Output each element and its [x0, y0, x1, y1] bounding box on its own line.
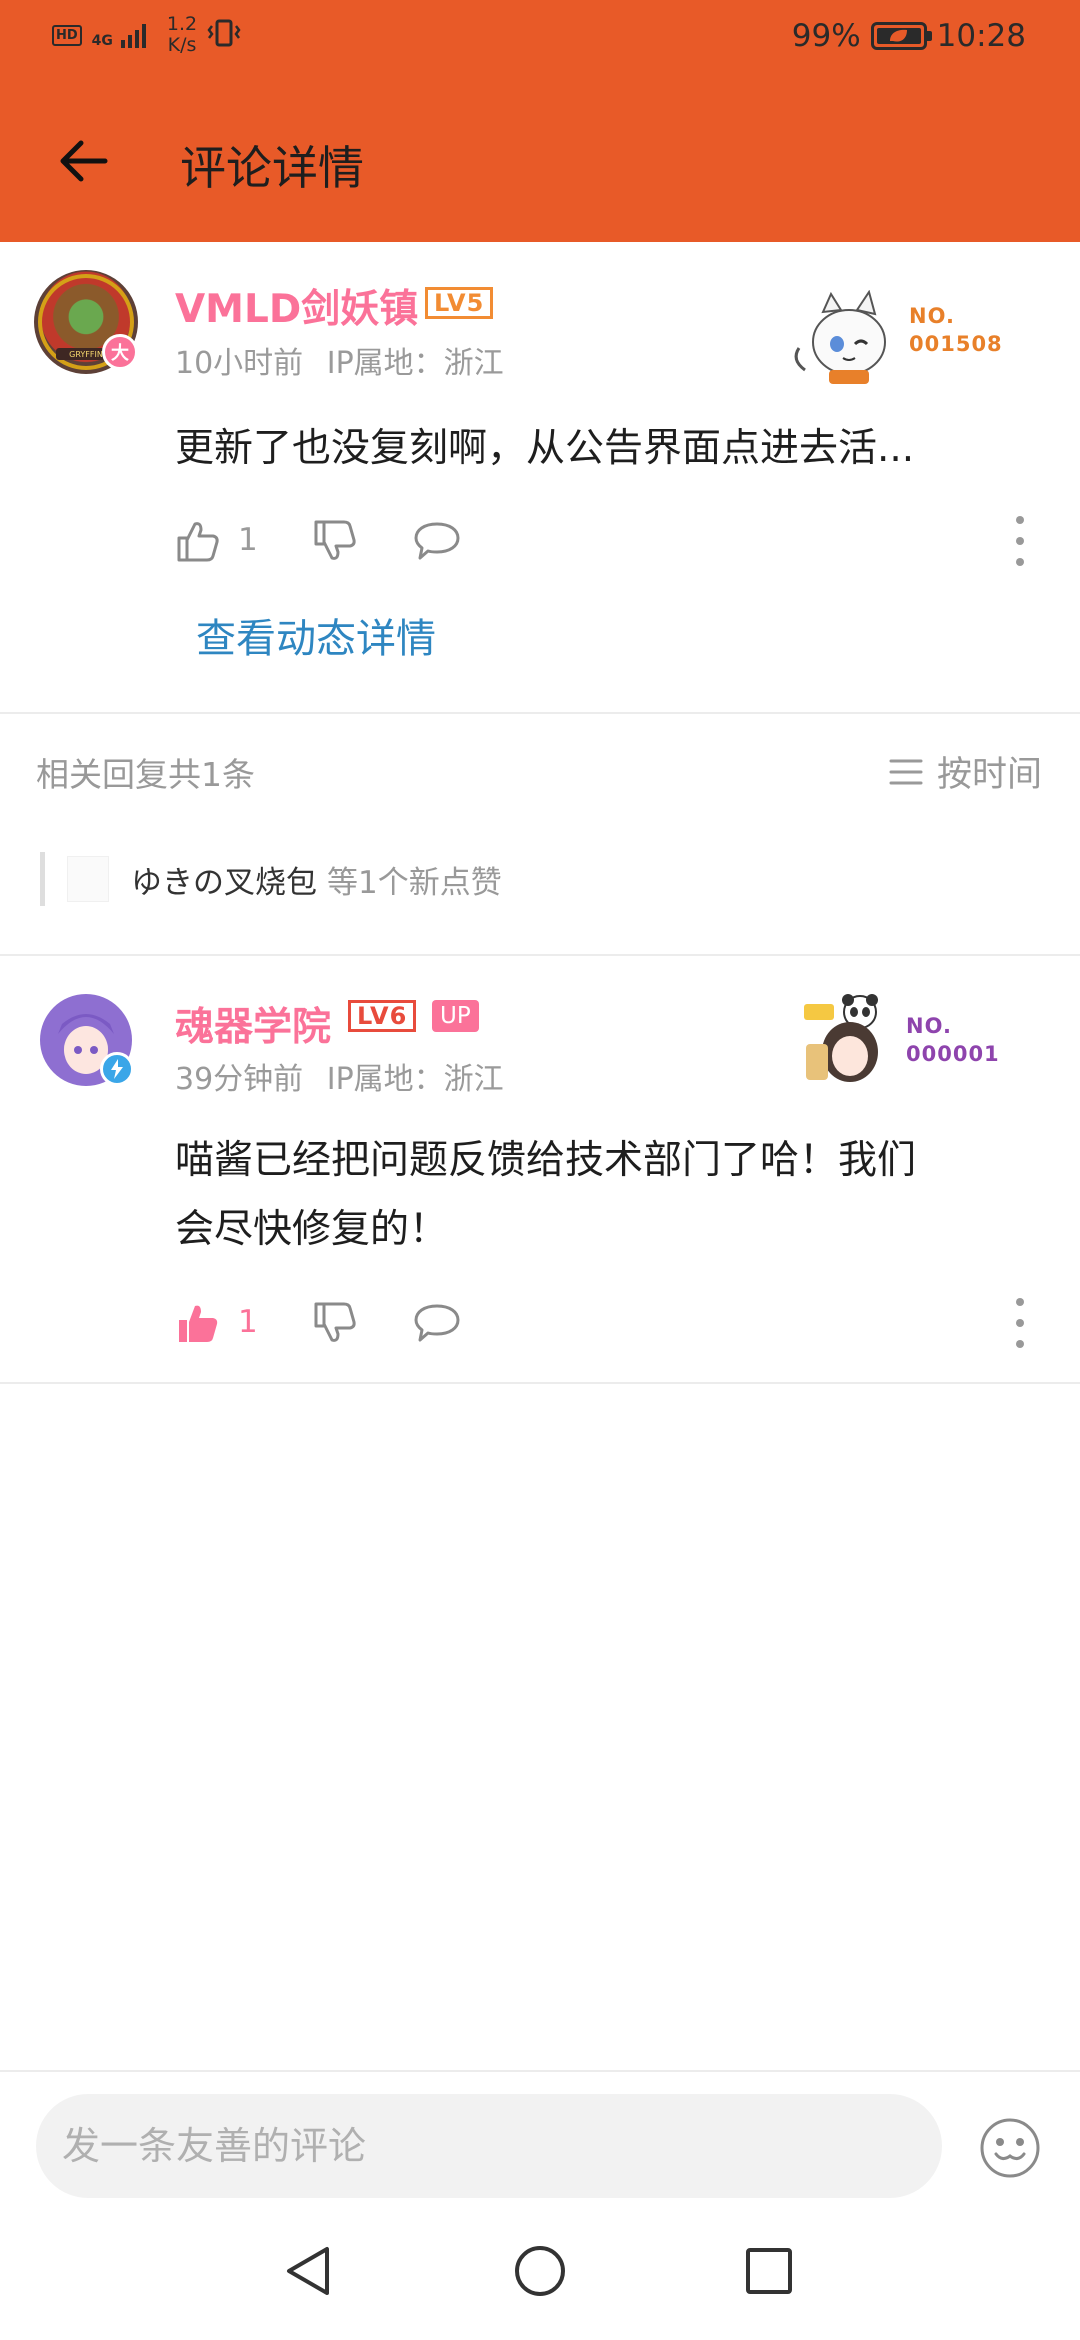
app-header: HD 4G 1.2 K/s 99% 10:28 评论详情	[0, 0, 1080, 242]
thumbs-down-icon	[314, 1302, 356, 1342]
avatar[interactable]: GRYFFIN 大	[34, 270, 138, 374]
comment-text[interactable]: 更新了也没复刻啊，从公告界面点进去活...	[175, 414, 914, 483]
vibrate-icon	[207, 18, 241, 53]
sort-button[interactable]: 按时间	[889, 746, 1042, 797]
dislike-button[interactable]	[312, 518, 358, 564]
page-title: 评论详情	[180, 141, 364, 195]
likers-indicator	[40, 852, 45, 906]
like-button[interactable]	[175, 1300, 221, 1346]
thumbs-down-icon	[314, 520, 356, 560]
back-button[interactable]	[48, 126, 118, 196]
hd-icon: HD	[52, 24, 82, 46]
fan-number-value: 000001	[906, 1042, 1000, 1066]
ip-location: IP属地：浙江	[326, 346, 504, 381]
fan-number-label: NO.	[906, 1014, 952, 1038]
smiley-icon	[980, 2118, 1040, 2178]
reply-text-line: 会尽快修复的！	[175, 1207, 449, 1252]
battery-percent: 99%	[791, 18, 861, 54]
battery-icon	[870, 22, 932, 50]
ip-location: IP属地：浙江	[326, 1062, 504, 1097]
network-type: 4G	[91, 33, 113, 49]
thumbs-up-icon	[177, 522, 219, 562]
more-options-icon[interactable]	[1010, 516, 1030, 566]
svg-text:GRYFFIN: GRYFFIN	[69, 350, 103, 359]
comment-time: 10小时前	[175, 346, 304, 381]
divider	[0, 954, 1080, 956]
divider	[0, 1382, 1080, 1384]
network-speed: 1.2 K/s	[167, 14, 197, 56]
square-recents-icon	[746, 2248, 792, 2294]
comment-input-bar	[0, 2070, 1080, 2200]
menu-lines-icon	[889, 759, 923, 784]
reply-text[interactable]: 喵酱已经把问题反馈给技术部门了哈！我们 会尽快修复的！	[175, 1126, 916, 1264]
clock: 10:28	[936, 18, 1026, 54]
comment-bubble-icon	[414, 1304, 460, 1342]
fan-number-value: 001508	[909, 332, 1003, 356]
more-options-icon[interactable]	[1010, 1298, 1030, 1348]
reply-time: 39分钟前	[175, 1062, 304, 1097]
comment-input[interactable]	[36, 2094, 942, 2198]
divider	[0, 712, 1080, 714]
fan-card[interactable]: NO. 001508	[785, 290, 1015, 390]
comment-bubble-icon	[414, 522, 460, 560]
triangle-back-icon	[287, 2247, 329, 2295]
like-count: 1	[238, 522, 258, 558]
likers-row[interactable]: ゆきの叉烧包 等1个新点赞	[40, 852, 502, 906]
reply-button[interactable]	[412, 518, 462, 564]
reply-text-line: 喵酱已经把问题反馈给技术部门了哈！我们	[175, 1138, 917, 1183]
speed-value: 1.2	[166, 13, 198, 35]
liker-avatar	[67, 856, 109, 902]
speed-unit: K/s	[167, 34, 197, 56]
verified-badge	[100, 1052, 134, 1086]
nav-back-button[interactable]	[274, 2236, 344, 2306]
dislike-button[interactable]	[312, 1300, 358, 1346]
fan-number: NO. 001508	[909, 302, 1003, 358]
status-bar: HD 4G 1.2 K/s 99% 10:28	[0, 0, 1080, 75]
level-badge: LV6	[348, 1000, 417, 1032]
cat-mascot-icon	[794, 290, 886, 384]
emoji-button[interactable]	[978, 2116, 1042, 2180]
thumbs-up-filled-icon	[179, 1305, 218, 1342]
avatar[interactable]	[40, 994, 134, 1086]
signal-icon: 4G	[92, 22, 151, 48]
reply-username[interactable]: 魂器学院	[175, 996, 331, 1052]
fan-card[interactable]: NO. 000001	[798, 990, 1018, 1090]
view-detail-link[interactable]: 查看动态详情	[196, 606, 436, 664]
level-badge: LV5	[425, 287, 494, 319]
fan-number: NO. 000001	[906, 1012, 1000, 1068]
liker-name: ゆきの叉烧包	[131, 864, 317, 901]
nav-recents-button[interactable]	[734, 2236, 804, 2306]
reply-meta: 39分钟前 IP属地：浙江	[175, 1054, 504, 1098]
reply-button[interactable]	[412, 1300, 462, 1346]
like-button[interactable]	[175, 518, 221, 564]
lightning-icon	[111, 1059, 123, 1079]
reply-count: 相关回复共1条	[36, 755, 255, 794]
system-nav-bar	[0, 2200, 1080, 2340]
avatar-badge: 大	[102, 334, 138, 370]
status-right: 99% 10:28	[792, 18, 1026, 54]
comment-meta: 10小时前 IP属地：浙江	[175, 338, 504, 382]
panda-mascot-icon	[804, 994, 878, 1082]
circle-home-icon	[515, 2246, 565, 2296]
up-badge: UP	[432, 1000, 479, 1032]
arrow-left-icon	[60, 140, 108, 182]
likers-suffix: 等1个新点赞	[327, 864, 502, 901]
nav-home-button[interactable]	[505, 2236, 575, 2306]
like-count: 1	[238, 1304, 258, 1340]
sort-label: 按时间	[936, 755, 1042, 795]
fan-number-label: NO.	[909, 304, 955, 328]
comment-username[interactable]: VMLD剑妖镇	[175, 278, 418, 334]
status-left: HD 4G 1.2 K/s	[52, 14, 241, 56]
